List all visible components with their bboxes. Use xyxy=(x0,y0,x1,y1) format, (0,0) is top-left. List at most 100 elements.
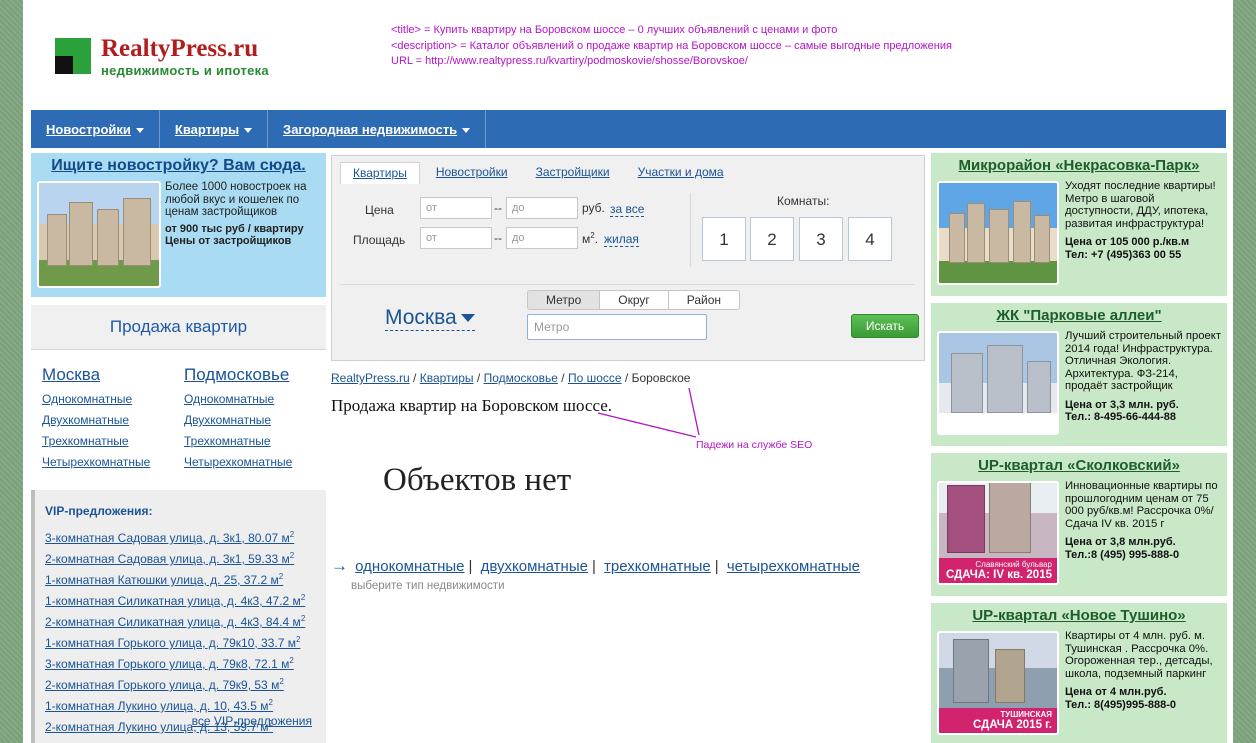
tab-novostroyki[interactable]: Новостройки xyxy=(424,162,520,183)
left-promo-text: Более 1000 новостроек на любой вкус и ко… xyxy=(165,181,326,248)
type-link-4room[interactable]: четырехкомнатные xyxy=(727,558,860,575)
building-photo[interactable] xyxy=(37,181,161,288)
vip-item-sup: 2 xyxy=(300,593,306,602)
city-selector[interactable]: Москва xyxy=(385,306,475,331)
room-4-button[interactable]: 4 xyxy=(848,217,892,261)
no-objects-message: Объектов нет xyxy=(383,462,572,498)
breadcrumb: RealtyPress.ru / Квартиры / Подмосковье … xyxy=(331,371,690,385)
price-to-input[interactable]: до xyxy=(506,197,578,219)
right-ad-nekrasovka[interactable]: Микрорайон «Некрасовка-Парк» Уходят посл… xyxy=(931,153,1227,296)
left-promo-title[interactable]: Ищите новостройку? Вам сюда. xyxy=(31,153,326,175)
ad-price: Цена от 105 000 р./кв.м Тел: +7 (495)363 … xyxy=(1065,236,1223,261)
vip-item[interactable]: 1-комнатная Горького улица, д. 79к10, 33… xyxy=(45,631,326,652)
ad-price: Цена от 3,8 млн.руб. Тел.:8 (495) 995-888… xyxy=(1065,536,1223,561)
breadcrumb-link[interactable]: По шоссе xyxy=(568,371,622,385)
mode-rayon[interactable]: Район xyxy=(669,291,739,309)
vip-item[interactable]: 2-комнатная Горького улица, д. 79к9, 53 … xyxy=(45,673,326,694)
breadcrumb-link[interactable]: Подмосковье xyxy=(484,371,558,385)
search-button[interactable]: Искать xyxy=(851,314,919,338)
region-link[interactable]: Однокомнатные xyxy=(184,389,292,410)
vip-item[interactable]: 1-комнатная Лукино улица, д. 10, 43.5 м2 xyxy=(45,694,326,715)
vip-item[interactable]: 2-комнатная Садовая улица, д. 3к1, 59.33… xyxy=(45,547,326,568)
right-ad-parkovye-allei[interactable]: ЖК "Парковые аллеи" Лучший строительный … xyxy=(931,303,1227,446)
area-to-input[interactable]: до xyxy=(506,227,578,249)
vip-item[interactable]: 2-комнатная Силикатная улица, д. 4к3, 84… xyxy=(45,610,326,631)
room-2-button[interactable]: 2 xyxy=(750,217,794,261)
vip-item[interactable]: 3-комнатная Горького улица, д. 79к8, 72.… xyxy=(45,652,326,673)
region-link[interactable]: Трехкомнатные xyxy=(184,431,292,452)
ad-title[interactable]: UP-квартал «Сколковский» xyxy=(931,453,1227,474)
property-type-links: → однокомнатные | двухкомнатные | трехкомн… xyxy=(331,556,860,576)
vip-item[interactable]: 1-комнатная Силикатная улица, д. 4к3, 47… xyxy=(45,589,326,610)
mode-okrug[interactable]: Округ xyxy=(600,291,669,309)
tab-uchastki[interactable]: Участки и дома xyxy=(626,162,736,183)
sales-header: Продажа квартир xyxy=(31,305,326,350)
ad-phone: Тел.:8 (495) 995-888-0 xyxy=(1065,548,1180,561)
ad-photo[interactable]: Славянский бульвар СДАЧА: IV кв. 2015 xyxy=(937,481,1059,585)
left-promo-price: от 900 тыс руб / квартиру xyxy=(165,222,304,235)
divider xyxy=(340,284,914,285)
nav-item-novostroyki[interactable]: Новостройки xyxy=(31,110,160,148)
vip-item[interactable]: 3-комнатная Садовая улица, д. 3к1, 80.07… xyxy=(45,526,326,547)
ad-title[interactable]: ЖК "Парковые аллеи" xyxy=(931,303,1227,324)
tab-zastroyshchiki[interactable]: Застройщики xyxy=(524,162,622,183)
type-link-3room[interactable]: трехкомнатные xyxy=(604,558,711,575)
search-tabs: Квартиры Новостройки Застройщики Участки… xyxy=(340,162,740,184)
chevron-down-icon xyxy=(462,128,471,134)
type-link-2room[interactable]: двухкомнатные xyxy=(481,558,588,575)
region-link[interactable]: Двухкомнатные xyxy=(184,410,292,431)
vip-item-sup: 2 xyxy=(289,551,295,560)
logo-mark-icon xyxy=(55,38,91,74)
nav-item-zagorodnaya[interactable]: Загородная недвижимость xyxy=(268,110,487,148)
region-link[interactable]: Четырехкомнатные xyxy=(184,452,292,473)
region-link[interactable]: Трехкомнатные xyxy=(42,431,150,452)
range-dash: -- xyxy=(494,201,502,215)
annotation-arrows xyxy=(597,387,700,438)
area-unit-label: м xyxy=(582,232,591,246)
nav-item-kvartiry[interactable]: Квартиры xyxy=(160,110,269,148)
area-unit-dot: . xyxy=(594,232,599,246)
region-link[interactable]: Двухкомнатные xyxy=(42,410,150,431)
pipe-sep: | xyxy=(591,558,596,575)
seo-title-note: <title> = Купить квартиру на Боровском ш… xyxy=(391,24,838,36)
building-shape xyxy=(47,214,67,266)
region-title[interactable]: Подмосковье xyxy=(184,365,292,385)
left-promo-banner[interactable]: Ищите новостройку? Вам сюда. Более 1000 … xyxy=(31,153,326,297)
ad-text: Лучший строительный проект 2014 года! Ин… xyxy=(1065,330,1223,424)
right-ad-skolkovsky[interactable]: UP-квартал «Сколковский» Славянский буль… xyxy=(931,453,1227,596)
price-label: Цена xyxy=(365,203,394,217)
metro-input[interactable]: Метро xyxy=(527,314,707,340)
room-1-button[interactable]: 1 xyxy=(702,217,746,261)
vip-item[interactable]: 1-комнатная Катюшки улица, д. 25, 37.2 м… xyxy=(45,568,326,589)
mode-metro[interactable]: Метро xyxy=(528,291,601,309)
ad-photo[interactable] xyxy=(937,181,1059,285)
room-3-button[interactable]: 3 xyxy=(799,217,843,261)
right-ad-novoe-tushino[interactable]: UP-квартал «Новое Тушино» ТУШИНСКАЯ СДАЧА… xyxy=(931,603,1227,743)
vip-item-sup: 2 xyxy=(289,530,295,539)
arrow-right-icon: → xyxy=(331,556,348,575)
breadcrumb-sep: / xyxy=(413,371,417,385)
area-from-input[interactable]: от xyxy=(420,227,492,249)
price-from-input[interactable]: от xyxy=(420,197,492,219)
ad-photo-caption-small: ТУШИНСКАЯ xyxy=(1000,710,1052,719)
region-link[interactable]: Однокомнатные xyxy=(42,389,150,410)
ad-photo[interactable]: ТУШИНСКАЯ СДАЧА 2015 г. xyxy=(937,631,1059,735)
ad-title[interactable]: UP-квартал «Новое Тушино» xyxy=(931,603,1227,624)
building-shape xyxy=(951,353,983,413)
ad-phone: Тел.: 8-495-66-444-88 xyxy=(1065,411,1176,423)
region-title[interactable]: Москва xyxy=(42,365,150,385)
region-link[interactable]: Четырехкомнатные xyxy=(42,452,150,473)
seo-url-note: URL = http://www.realtypress.ru/kvartiry… xyxy=(391,55,748,67)
type-link-1room[interactable]: однокомнатные xyxy=(355,558,464,575)
ad-title[interactable]: Микрорайон «Некрасовка-Парк» xyxy=(931,153,1227,174)
tab-kvartiry[interactable]: Квартиры xyxy=(340,162,420,184)
breadcrumb-link[interactable]: Квартиры xyxy=(420,371,474,385)
area-scope-toggle[interactable]: жилая xyxy=(604,232,639,247)
price-scope-toggle[interactable]: за все xyxy=(610,202,645,217)
ad-photo[interactable] xyxy=(937,331,1059,435)
breadcrumb-link[interactable]: RealtyPress.ru xyxy=(331,371,410,385)
vip-all-link[interactable]: все VIP-предложения xyxy=(192,714,312,728)
ad-price-value: Цена от 105 000 р./кв.м xyxy=(1065,236,1190,248)
vip-item-label: 2-комнатная Садовая улица, д. 3к1, 59.33… xyxy=(45,552,290,566)
location-mode-switch: Метро Округ Район xyxy=(527,290,741,310)
